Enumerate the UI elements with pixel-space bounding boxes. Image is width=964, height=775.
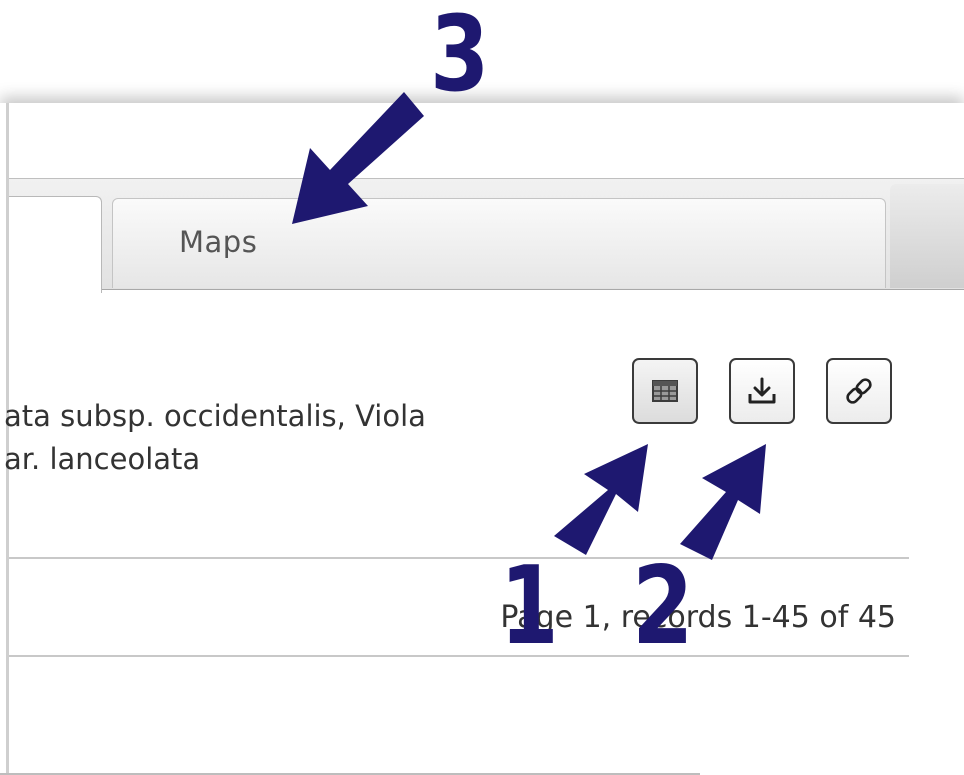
table-icon	[652, 380, 678, 402]
download-icon	[748, 377, 776, 404]
download-button[interactable]	[729, 358, 795, 424]
tab-maps[interactable]: Maps	[112, 198, 886, 288]
tab-strip-edge	[890, 184, 964, 288]
annotation-label-3: 3	[430, 0, 490, 115]
pager-bottom-divider	[9, 655, 909, 657]
pager-top-divider	[9, 557, 909, 559]
description-line-1: ata subsp. occidentalis, Viola	[4, 399, 426, 433]
annotation-label-1: 1	[500, 544, 559, 669]
annotation-label-2: 2	[632, 544, 694, 669]
search-description: ata subsp. occidentalis, Viola ar. lance…	[4, 395, 426, 481]
table-view-button[interactable]	[632, 358, 698, 424]
tab-records[interactable]	[9, 196, 102, 293]
copy-link-button[interactable]	[826, 358, 892, 424]
tab-maps-label: Maps	[179, 225, 258, 259]
pager-text: Page 1, records 1-45 of 45	[500, 600, 896, 635]
screenshot-page: Maps ata subsp. occidentalis, Viola ar. …	[0, 0, 964, 775]
link-icon	[846, 378, 872, 404]
description-line-2: ar. lanceolata	[4, 442, 201, 476]
